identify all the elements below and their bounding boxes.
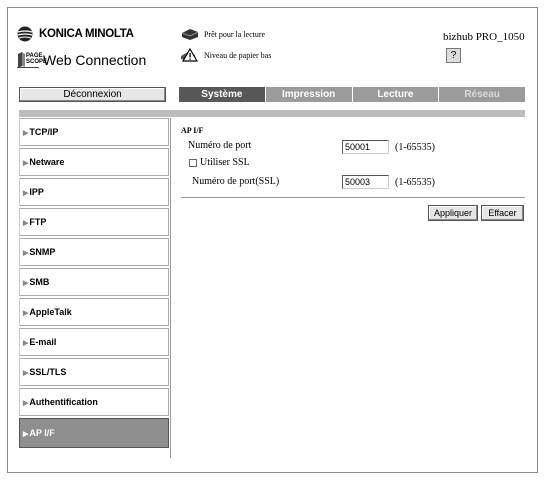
status-ready: Prêt pour la lecture (180, 27, 265, 41)
printer-icon (181, 29, 199, 40)
tab-lecture[interactable]: Lecture (352, 87, 439, 102)
port-range: (1-65535) (395, 142, 435, 153)
form-divider (181, 197, 525, 198)
sidebar-item-label: SNMP (29, 247, 56, 257)
tab-systeme[interactable]: Système (179, 87, 265, 102)
brand-name: KONICA MINOLTA (39, 28, 134, 40)
pagescope-logo: PAGE SCOPE Web Connection (17, 50, 146, 70)
header-divider (19, 110, 525, 117)
pagescope-icon: PAGE SCOPE (17, 51, 47, 69)
arrow-icon: ▶ (23, 190, 29, 197)
status-paper-text: Niveau de papier bas (204, 50, 272, 60)
arrow-icon: ▶ (23, 431, 29, 438)
sidebar-item-smb[interactable]: ▶SMB (19, 268, 169, 296)
page-title: AP I/F (181, 126, 204, 135)
ssl-port-range: (1-65535) (395, 177, 435, 188)
sidebar-item-ssltls[interactable]: ▶SSL/TLS (19, 358, 169, 386)
sidebar-item-appletalk[interactable]: ▶AppleTalk (19, 298, 169, 326)
sidebar-item-apif[interactable]: ▶AP I/F (19, 418, 169, 448)
arrow-icon: ▶ (23, 220, 29, 227)
sidebar-item-label: E-mail (29, 337, 57, 347)
sidebar-item-ftp[interactable]: ▶FTP (19, 208, 169, 236)
sidebar-item-label: TCP/IP (29, 127, 59, 137)
use-ssl-checkbox[interactable] (189, 159, 197, 167)
help-button[interactable]: ? (446, 48, 461, 63)
sidebar: ▶TCP/IP ▶Netware ▶IPP ▶FTP ▶SNMP ▶SMB ▶A… (19, 118, 171, 458)
pagescope-text: PAGE SCOPE (26, 53, 48, 65)
arrow-icon: ▶ (23, 250, 29, 257)
apply-button[interactable]: Appliquer (428, 205, 478, 221)
port-input[interactable]: 50001 (342, 140, 389, 154)
sidebar-item-label: AP I/F (29, 428, 55, 438)
tab-reseau[interactable]: Réseau (439, 87, 525, 102)
model-name: bizhub PRO_1050 (443, 31, 525, 43)
sidebar-item-label: Netware (29, 157, 65, 167)
ssl-port-label: Numéro de port(SSL) (192, 176, 280, 187)
sidebar-item-netware[interactable]: ▶Netware (19, 148, 169, 176)
warning-printer-icon (181, 48, 199, 62)
sidebar-item-label: Authentification (29, 397, 98, 407)
sidebar-item-label: IPP (29, 187, 44, 197)
arrow-icon: ▶ (23, 340, 29, 347)
status-paper: Niveau de papier bas (180, 48, 271, 62)
ssl-port-input[interactable]: 50003 (342, 175, 389, 189)
web-connection-title: Web Connection (43, 52, 147, 68)
sidebar-item-snmp[interactable]: ▶SNMP (19, 238, 169, 266)
clear-button[interactable]: Effacer (481, 205, 524, 221)
konica-minolta-logo: KONICA MINOLTA (17, 26, 134, 42)
sidebar-item-label: FTP (29, 217, 47, 227)
sidebar-item-label: SMB (29, 277, 50, 287)
sidebar-item-label: SSL/TLS (29, 367, 67, 377)
arrow-icon: ▶ (23, 370, 29, 377)
logout-button[interactable]: Déconnexion (19, 87, 166, 102)
main-tabs: Système Impression Lecture Réseau (179, 87, 525, 102)
status-ready-text: Prêt pour la lecture (204, 29, 266, 39)
tab-impression[interactable]: Impression (265, 87, 352, 102)
sidebar-item-ipp[interactable]: ▶IPP (19, 178, 169, 206)
arrow-icon: ▶ (23, 160, 29, 167)
arrow-icon: ▶ (23, 280, 29, 287)
sidebar-item-label: AppleTalk (29, 307, 72, 317)
konica-globe-icon (17, 26, 33, 42)
arrow-icon: ▶ (23, 400, 29, 407)
sidebar-item-email[interactable]: ▶E-mail (19, 328, 169, 356)
use-ssl-label: Utiliser SSL (200, 157, 250, 168)
sidebar-item-tcpip[interactable]: ▶TCP/IP (19, 118, 169, 146)
arrow-icon: ▶ (23, 130, 29, 137)
port-label: Numéro de port (188, 140, 252, 151)
arrow-icon: ▶ (23, 310, 29, 317)
sidebar-item-authentification[interactable]: ▶Authentification (19, 388, 169, 416)
